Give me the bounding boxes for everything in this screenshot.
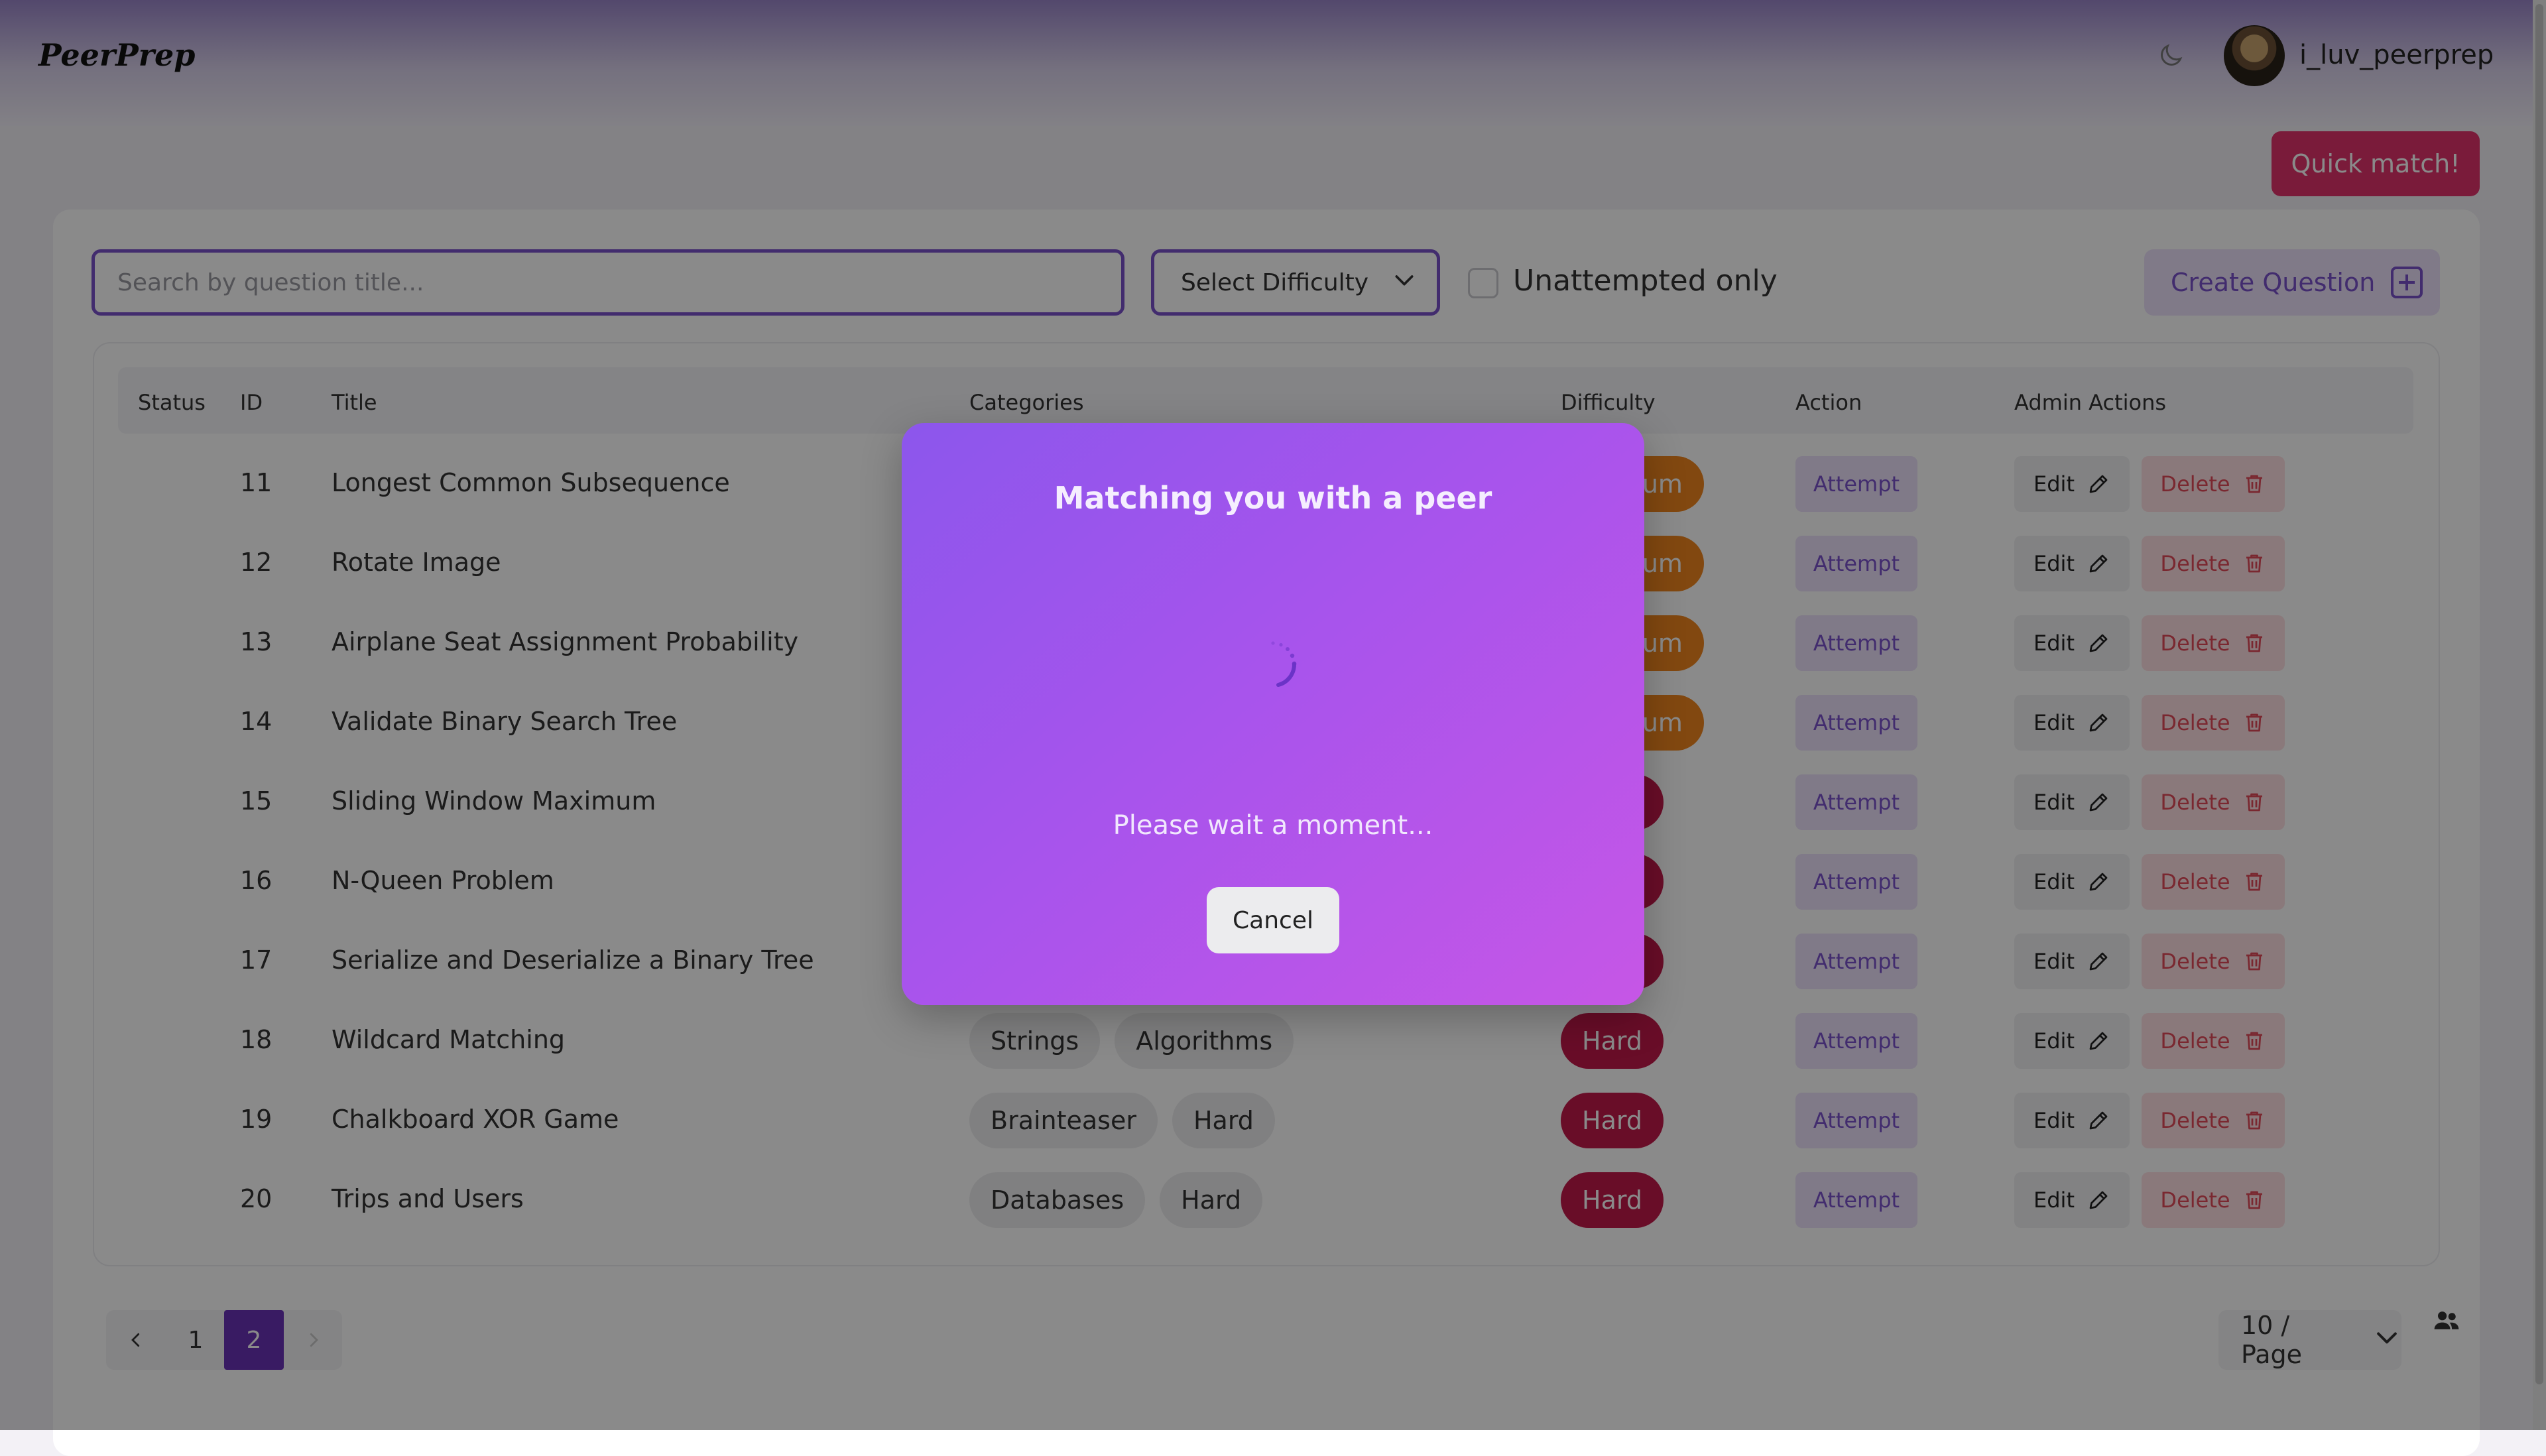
modal-wait-text: Please wait a moment...: [1113, 810, 1433, 841]
loading-spinner-icon: [1246, 638, 1300, 691]
cancel-button[interactable]: Cancel: [1207, 887, 1339, 953]
modal-title: Matching you with a peer: [1054, 480, 1492, 516]
